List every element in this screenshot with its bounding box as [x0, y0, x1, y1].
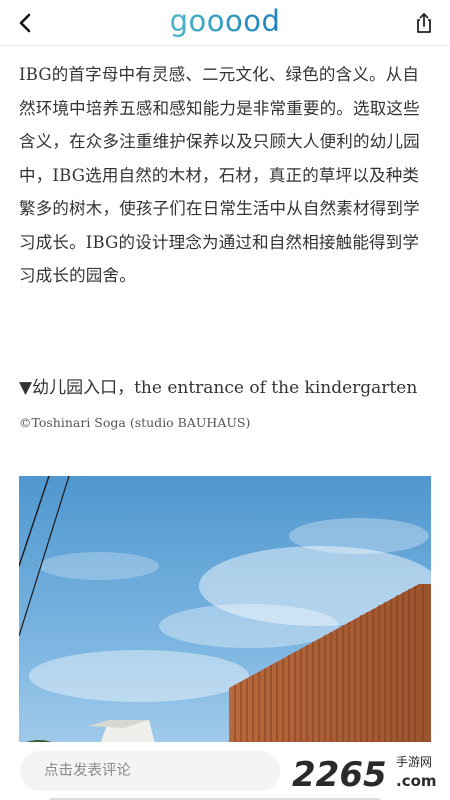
comment-input[interactable]: 点击发表评论 [20, 751, 280, 791]
caption-marker: ▼ [19, 378, 33, 398]
site-logo[interactable]: gooood [0, 2, 450, 49]
logo-text: gooood [170, 4, 281, 38]
comment-bar: 点击发表评论 2265 手游网 .com [0, 742, 450, 800]
watermark-number: 2265 [292, 755, 387, 794]
watermark-label: 手游网 [396, 755, 432, 769]
share-icon [417, 13, 431, 33]
article-paragraph: IBG的首字母中有灵感、二元文化、绿色的含义。从自然环境中培养五感和感知能力是非… [19, 65, 420, 285]
watermark-suffix: .com [396, 772, 437, 790]
article-body: IBG的首字母中有灵感、二元文化、绿色的含义。从自然环境中培养五感和感知能力是非… [19, 58, 434, 430]
photo-credit: ©Toshinari Soga (studio BAUHAUS) [19, 415, 251, 430]
caption-text: 幼儿园入口，the entrance of the kindergarten [32, 378, 418, 398]
watermark-logo: 2265 手游网 .com [292, 755, 437, 795]
site-watermark: 2265 手游网 .com [292, 750, 442, 795]
image-caption: ▼幼儿园入口，the entrance of the kindergarten … [19, 371, 434, 440]
top-bar: gooood [0, 0, 450, 46]
share-button[interactable] [410, 9, 438, 37]
logo-wordmark: gooood [170, 4, 281, 38]
